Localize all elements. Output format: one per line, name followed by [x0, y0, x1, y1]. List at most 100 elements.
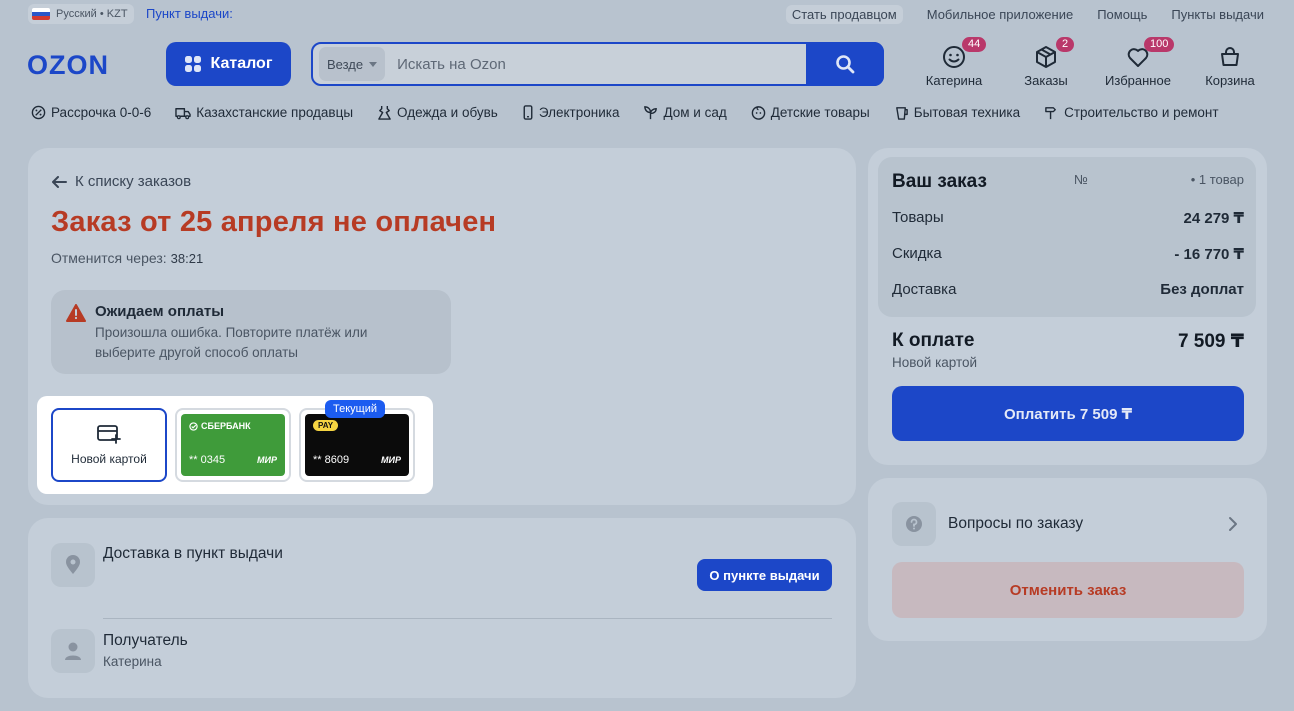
header: OZON Каталог Везде 44 Катерина 2 Заказы … [0, 37, 1294, 88]
favorites-badge: 100 [1144, 37, 1175, 52]
add-card-icon [97, 425, 121, 444]
card-network: МИР [381, 455, 401, 465]
pickup-point-link[interactable]: Пункт выдачи: [146, 6, 233, 21]
summary-title: Ваш заказ [892, 171, 987, 192]
row-value: Без доплат [1160, 281, 1244, 298]
to-pay-label: К оплате [892, 330, 975, 351]
plant-icon [644, 106, 658, 120]
become-seller-link[interactable]: Стать продавцом [785, 5, 903, 24]
search-button[interactable] [806, 42, 884, 86]
nav-label: Одежда и обувь [397, 105, 498, 120]
profile-label: Катерина [925, 73, 983, 88]
box-icon [1036, 46, 1056, 68]
dress-icon [378, 105, 391, 120]
nav-appliances[interactable]: Бытовая техника [894, 105, 1020, 120]
profile-button[interactable]: 44 Катерина [912, 37, 996, 88]
item-count: • 1 товар [1190, 172, 1244, 187]
favorites-label: Избранное [1105, 73, 1171, 88]
baby-icon [751, 106, 766, 120]
recipient-title: Получатель [103, 632, 188, 649]
current-card-tag: Текущий [325, 400, 385, 418]
nav-kz-sellers[interactable]: Казахстанские продавцы [175, 105, 353, 120]
order-number: № [1074, 172, 1088, 187]
orders-button[interactable]: 2 Заказы [996, 37, 1096, 88]
nav-installment[interactable]: Рассрочка 0-0-6 [31, 105, 151, 120]
cancel-timer-label: Отменится через: [51, 250, 167, 266]
saved-card-sber[interactable]: СБЕРБАНК ** 0345 МИР [175, 408, 291, 482]
cancel-order-button[interactable]: Отменить заказ [892, 562, 1244, 618]
nav-clothes[interactable]: Одежда и обувь [377, 105, 498, 120]
help-link[interactable]: Помощь [1097, 7, 1147, 22]
russia-flag-icon [32, 8, 50, 20]
row-label: Скидка [892, 245, 942, 262]
search-icon [836, 55, 855, 74]
questions-label: Вопросы по заказу [948, 515, 1084, 532]
row-label: Доставка [892, 281, 957, 298]
new-card-label: Новой картой [71, 452, 147, 466]
nav-label: Электроника [538, 105, 620, 120]
payment-warning: Ожидаем оплаты Произошла ошибка. Повтори… [51, 290, 451, 374]
warning-title: Ожидаем оплаты [95, 303, 225, 320]
question-icon [892, 502, 936, 546]
locale-selector[interactable]: Русский • KZT [28, 4, 134, 24]
top-bar: Русский • KZT Пункт выдачи: Стать продав… [0, 0, 1294, 28]
header-icons: 44 Катерина 2 Заказы 100 Избранное Корзи… [912, 37, 1280, 88]
nav-label: Бытовая техника [913, 105, 1021, 120]
cart-button[interactable]: Корзина [1180, 40, 1280, 88]
new-card-option[interactable]: Новой картой [51, 408, 167, 482]
warning-icon [66, 304, 86, 322]
nav-label: Рассрочка 0-0-6 [51, 105, 152, 120]
card-brand: СБЕРБАНК [201, 421, 251, 431]
search-input[interactable] [397, 55, 798, 73]
person-icon [51, 629, 95, 673]
back-label: К списку заказов [75, 173, 192, 190]
divider [103, 618, 832, 619]
delivery-title: Доставка в пункт выдачи [103, 545, 283, 562]
recipient-name: Катерина [103, 654, 162, 669]
order-summary-box: Ваш заказ № • 1 товар Товары 24 279 ₸ Ск… [878, 157, 1256, 317]
ozon-logo[interactable]: OZON [27, 50, 109, 81]
pickup-points-link[interactable]: Пункты выдачи [1171, 7, 1264, 22]
card-face: СБЕРБАНК ** 0345 МИР [181, 414, 285, 476]
caret-down-icon [369, 61, 378, 67]
truck-icon [175, 108, 192, 120]
mobile-app-link[interactable]: Мобильное приложение [927, 7, 1073, 22]
phone-icon [523, 105, 533, 120]
nav-label: Строительство и ремонт [1064, 105, 1219, 120]
nav-construction[interactable]: Строительство и ремонт [1044, 105, 1219, 120]
nav-label: Дом и сад [663, 105, 727, 120]
search-scope-dropdown[interactable]: Везде [319, 47, 386, 81]
arrow-left-icon [52, 175, 67, 188]
category-nav: Рассрочка 0-0-6 Казахстанские продавцы О… [31, 105, 1243, 120]
card-network: МИР [257, 455, 277, 465]
summary-row-discount: Скидка - 16 770 ₸ [892, 245, 1244, 263]
percent-icon [31, 105, 46, 120]
ozon-pay-logo: PAY [313, 420, 339, 431]
back-to-orders-link[interactable]: К списку заказов [52, 173, 191, 190]
orders-badge: 2 [1056, 37, 1075, 52]
chevron-right-icon [1229, 517, 1237, 531]
location-pin-icon [51, 543, 95, 587]
warning-text: Произошла ошибка. Повторите платёж или в… [95, 325, 368, 360]
favorites-button[interactable]: 100 Избранное [1096, 37, 1180, 88]
cancel-timer-value: 38:21 [170, 251, 204, 266]
pay-button[interactable]: Оплатить 7 509 ₸ [892, 386, 1244, 441]
nav-kids[interactable]: Детские товары [751, 105, 870, 120]
cart-icon [1221, 47, 1239, 66]
pickup-point-info-button[interactable]: О пункте выдачи [697, 559, 832, 591]
cancel-timer: Отменится через: 38:21 [51, 250, 203, 266]
saved-card-ozon-pay[interactable]: PAY ** 8609 МИР [299, 408, 415, 482]
nav-home-garden[interactable]: Дом и сад [643, 105, 727, 120]
hammer-icon [1045, 107, 1057, 120]
catalog-button[interactable]: Каталог [166, 42, 291, 86]
orders-label: Заказы [1024, 73, 1068, 88]
to-pay-amount: 7 509 ₸ [1177, 331, 1244, 352]
card-number: ** 0345 [189, 454, 226, 466]
order-questions-link[interactable]: Вопросы по заказу [892, 502, 1244, 546]
page-title: Заказ от 25 апреля не оплачен [51, 206, 497, 238]
sber-check-icon [189, 421, 198, 431]
sber-logo: СБЕРБАНК [189, 421, 251, 431]
nav-electronics[interactable]: Электроника [522, 105, 620, 120]
card-face: PAY ** 8609 МИР [305, 414, 409, 476]
kettle-icon [895, 107, 908, 120]
